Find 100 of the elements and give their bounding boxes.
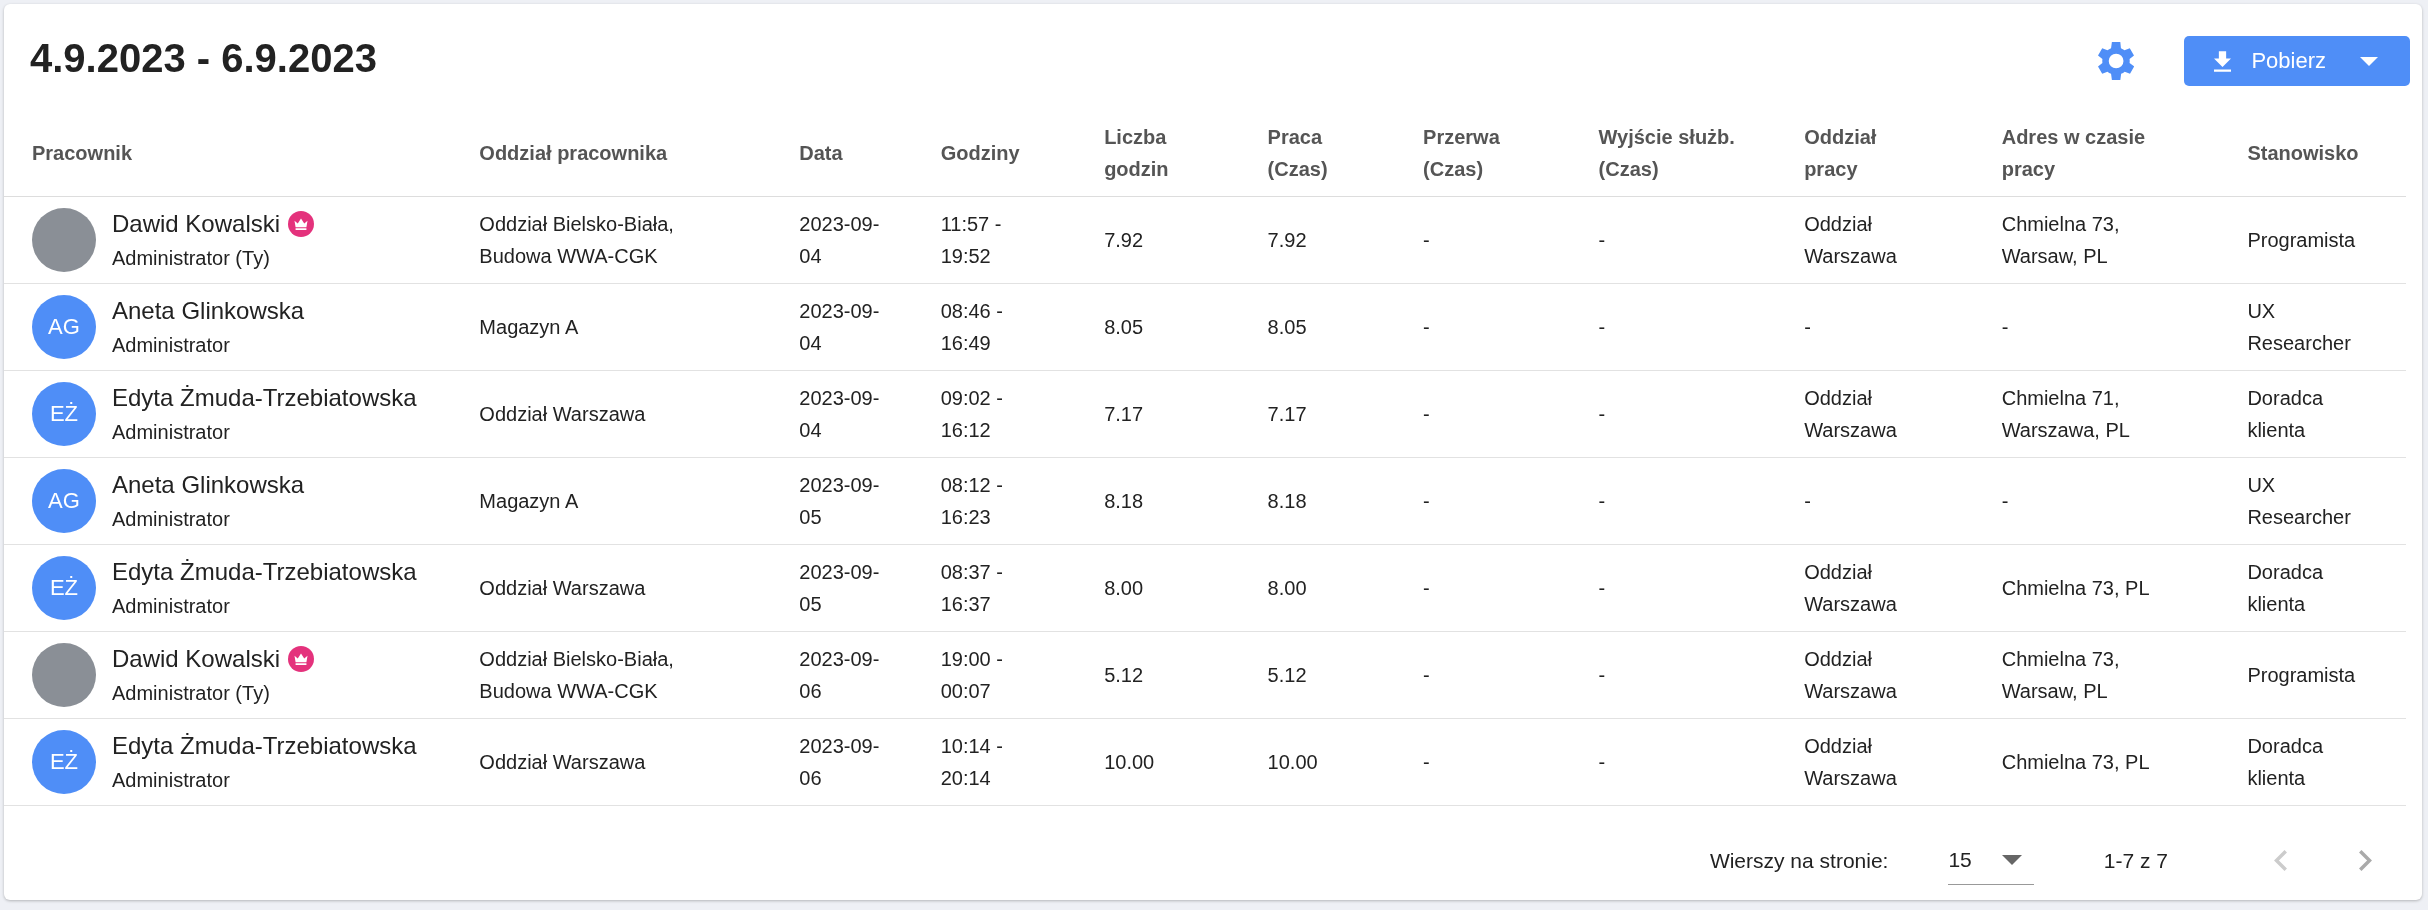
table-cell: - <box>1598 403 1606 425</box>
table-cell: 8.00 <box>1267 577 1307 599</box>
table-cell: Doradca klienta <box>2247 387 2323 441</box>
column-header: Godziny <box>940 142 1020 164</box>
table-cell: 2023-09-05 <box>799 561 880 615</box>
table-cell: 11:57 - 19:52 <box>940 213 1002 267</box>
table-cell: Doradca klienta <box>2247 735 2323 789</box>
table-cell: - <box>1423 751 1430 773</box>
caret-icon <box>2360 56 2378 66</box>
table-cell: UX Researcher <box>2247 300 2351 354</box>
table-cell: Chmielna 73, PL <box>2001 577 2150 599</box>
column-header: Przerwa (Czas) <box>1423 126 1500 180</box>
table-cell: UX Researcher <box>2247 474 2351 528</box>
table-cell: Chmielna 73, Warsaw, PL <box>2001 213 2120 267</box>
table-cell: - <box>1423 403 1430 425</box>
avatar: AG <box>32 469 96 533</box>
table-cell: 2023-09-06 <box>799 648 880 702</box>
employee-name: Edyta Żmuda-Trzebiatowska <box>112 731 417 761</box>
column-header: Adres w czasie pracy <box>2001 126 2146 180</box>
employee-role: Administrator (Ty) <box>112 681 271 706</box>
avatar: EŻ <box>32 382 96 446</box>
table-cell: 10.00 <box>1267 751 1318 773</box>
table-cell: Oddział Warszawa <box>1804 735 1897 789</box>
table-cell: Oddział Warszawa <box>1804 387 1897 441</box>
employee-role: Administrator <box>112 594 231 619</box>
table-cell: - <box>1804 490 1811 512</box>
table-cell: - <box>2001 316 2009 338</box>
table-cell: Oddział Warszawa <box>1804 213 1897 267</box>
table-cell: 8.18 <box>1267 490 1307 512</box>
column-header: Liczba godzin <box>1104 126 1169 180</box>
table-cell: Programista <box>2247 664 2356 686</box>
table-cell: 7.17 <box>1267 403 1307 425</box>
settings-icon[interactable] <box>2098 42 2135 80</box>
caret-icon <box>2001 855 2022 865</box>
table-cell: Oddział Warszawa <box>479 751 646 773</box>
column-header: Oddział pracy <box>1804 126 1877 180</box>
table-cell: 2023-09-06 <box>799 735 880 789</box>
employee-name: Edyta Żmuda-Trzebiatowska <box>112 557 417 587</box>
table-cell: - <box>1804 316 1811 338</box>
table-cell: Chmielna 71, Warszawa, PL <box>2001 387 2130 441</box>
table-cell: 09:02 - 16:12 <box>940 387 1003 441</box>
table-cell: 5.12 <box>1104 664 1144 686</box>
employee-role: Administrator <box>112 507 231 532</box>
table-cell: 08:37 - 16:37 <box>940 561 1003 615</box>
table-cell: - <box>1423 229 1430 251</box>
table-cell: 08:12 - 16:23 <box>940 474 1003 528</box>
table-cell: 8.18 <box>1104 490 1144 512</box>
rows-per-page-select[interactable]: 15 <box>1948 836 2034 885</box>
table-cell: 2023-09-04 <box>799 300 880 354</box>
table-cell: 7.92 <box>1267 229 1307 251</box>
table-cell: 08:46 - 16:49 <box>940 300 1003 354</box>
table-cell: 8.05 <box>1267 316 1307 338</box>
column-header: Praca (Czas) <box>1267 126 1328 180</box>
employee-role: Administrator (Ty) <box>112 246 271 271</box>
column-header: Data <box>799 142 843 164</box>
employee-name: Dawid Kowalski <box>112 209 281 239</box>
table-cell: - <box>1598 490 1606 512</box>
table-cell: Oddział Warszawa <box>479 577 646 599</box>
table-cell: Oddział Bielsko-Biała, Budowa WWA-CGK <box>479 213 674 267</box>
column-header: Oddział pracownika <box>479 142 668 164</box>
employee-name: Aneta Glinkowska <box>112 470 305 500</box>
employee-name: Edyta Żmuda-Trzebiatowska <box>112 383 417 413</box>
employee-name: Dawid Kowalski <box>112 644 281 674</box>
rows-per-page-label: Wierszy na stronie: <box>1709 848 1889 873</box>
chevron-right-icon <box>2359 850 2372 871</box>
avatar: AG <box>32 295 96 359</box>
table-cell: 10.00 <box>1104 751 1155 773</box>
table-cell: - <box>1598 229 1606 251</box>
table-cell: Oddział Warszawa <box>479 403 646 425</box>
table-cell: Magazyn A <box>479 316 579 338</box>
chevron-left-icon <box>2274 850 2287 871</box>
table-cell: Doradca klienta <box>2247 561 2323 615</box>
table-cell: 10:14 - 20:14 <box>940 735 1003 789</box>
table-cell: - <box>1598 664 1606 686</box>
table-cell: - <box>1598 577 1606 599</box>
table-cell: 2023-09-04 <box>799 387 880 441</box>
table-cell: 8.05 <box>1104 316 1144 338</box>
table-cell: 7.92 <box>1104 229 1144 251</box>
table-cell: Chmielna 73, PL <box>2001 751 2150 773</box>
table-cell: Oddział Bielsko-Biała, Budowa WWA-CGK <box>479 648 674 702</box>
table-cell: Chmielna 73, Warsaw, PL <box>2001 648 2120 702</box>
table-cell: Programista <box>2247 229 2356 251</box>
table-cell: 7.17 <box>1104 403 1144 425</box>
table-cell: 2023-09-05 <box>799 474 880 528</box>
page-range: 1-7 z 7 <box>2103 848 2168 873</box>
table-cell: 5.12 <box>1267 664 1307 686</box>
table-cell: - <box>1423 490 1430 512</box>
table-cell: 8.00 <box>1104 577 1144 599</box>
employee-role: Administrator <box>112 420 231 445</box>
page-title: 4.9.2023 - 6.9.2023 <box>30 35 377 81</box>
column-header: Wyjście służb. (Czas) <box>1598 126 1735 180</box>
table-cell: Oddział Warszawa <box>1804 561 1897 615</box>
table-cell: - <box>1598 316 1606 338</box>
table-cell: - <box>1423 664 1430 686</box>
table-cell: - <box>1423 316 1430 338</box>
table-cell: 2023-09-04 <box>799 213 880 267</box>
table-cell: 19:00 - 00:07 <box>940 648 1003 702</box>
employee-role: Administrator <box>112 768 231 793</box>
download-icon <box>2214 50 2232 72</box>
employee-role: Administrator <box>112 333 231 358</box>
